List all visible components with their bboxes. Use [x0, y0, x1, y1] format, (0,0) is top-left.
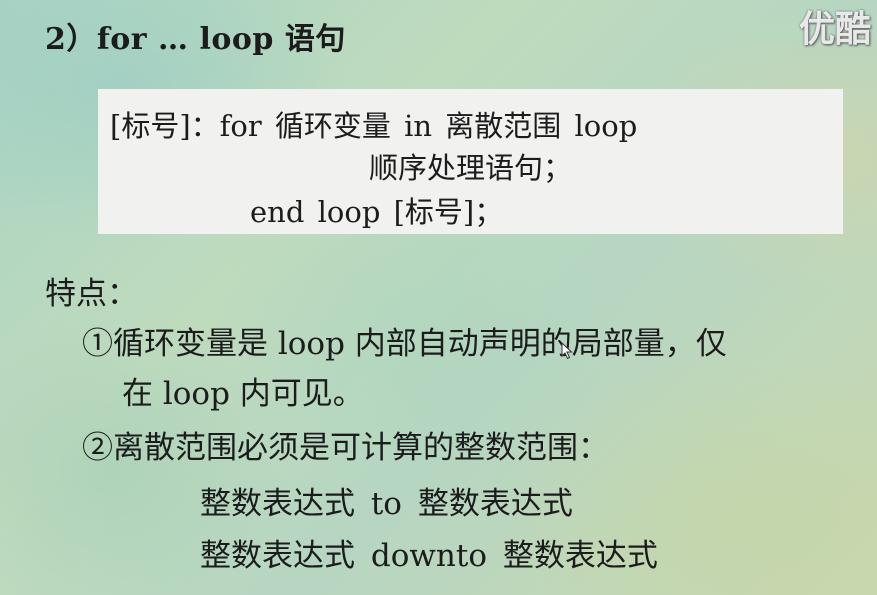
- feature-item-1-line-1: ①循环变量是 loop 内部自动声明的局部量，仅: [82, 326, 727, 362]
- range-downto-expression: 整数表达式 downto 整数表达式: [200, 538, 658, 574]
- syntax-line-body: 顺序处理语句；: [368, 151, 572, 185]
- syntax-line-header: [标号]：for 循环变量 in 离散范围 loop: [110, 109, 638, 143]
- page-title: 2）for … loop 语句: [45, 22, 346, 57]
- range-to-expression: 整数表达式 to 整数表达式: [200, 486, 573, 522]
- mouse-cursor-icon: [561, 342, 573, 360]
- features-title: 特点：: [45, 276, 138, 312]
- syntax-line-end: end loop [标号]；: [250, 195, 504, 229]
- syntax-box: [标号]：for 循环变量 in 离散范围 loop 顺序处理语句； end l…: [98, 89, 843, 234]
- feature-item-1-line-2: 在 loop 内可见。: [122, 376, 364, 412]
- watermark-logo: 优酷: [798, 9, 871, 50]
- feature-item-2: ②离散范围必须是可计算的整数范围：: [82, 430, 609, 466]
